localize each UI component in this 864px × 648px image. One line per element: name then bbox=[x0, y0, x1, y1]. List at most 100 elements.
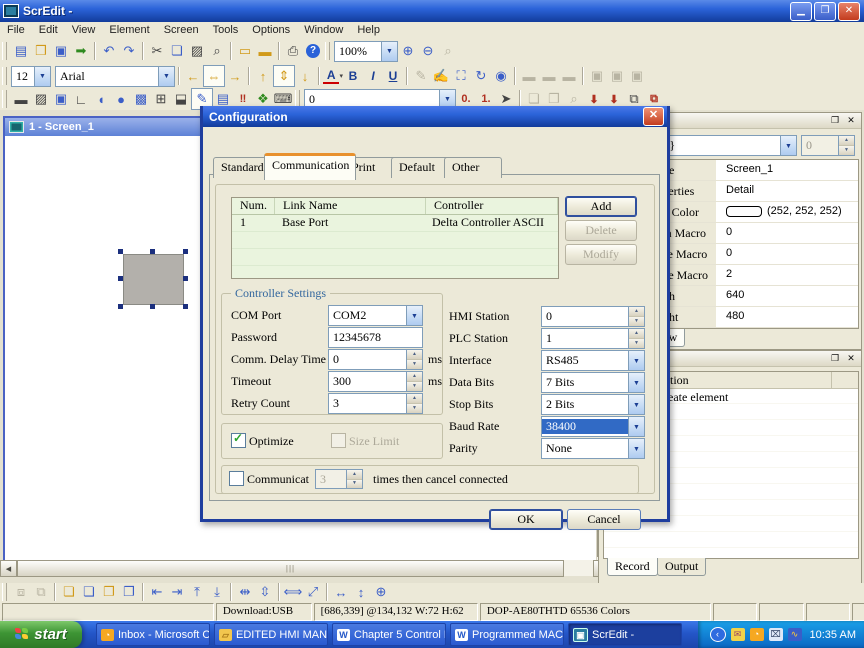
menu-tools[interactable]: Tools bbox=[206, 23, 246, 37]
space-down-icon[interactable]: ⤢ bbox=[303, 582, 323, 602]
menu-edit[interactable]: Edit bbox=[32, 23, 65, 37]
bring-forward-icon[interactable]: ❐ bbox=[99, 582, 119, 602]
selection-handle[interactable] bbox=[118, 276, 123, 281]
center-horizontal-icon[interactable]: ⇹ bbox=[235, 582, 255, 602]
spin-down-icon[interactable]: ▼ bbox=[629, 317, 644, 326]
frame-c-icon[interactable]: ▬ bbox=[559, 66, 579, 86]
dialog-titlebar[interactable]: Configuration ✕ bbox=[203, 106, 667, 127]
send-to-back-icon[interactable]: ❏ bbox=[79, 582, 99, 602]
align-right-edges-icon[interactable]: ⇥ bbox=[167, 582, 187, 602]
comm-delay-spinner[interactable]: 0 ▲▼ bbox=[328, 349, 423, 370]
close-button[interactable]: ✕ bbox=[838, 2, 860, 21]
mail-icon[interactable]: ✉ bbox=[731, 628, 745, 641]
clock-sync-icon[interactable]: ◔ bbox=[750, 628, 764, 641]
spin-down-icon[interactable]: ▼ bbox=[407, 360, 422, 369]
selection-handle[interactable] bbox=[118, 304, 123, 309]
italic-icon[interactable]: I bbox=[363, 66, 383, 86]
messenger-icon[interactable]: ∿ bbox=[788, 628, 802, 641]
minimize-button[interactable]: ▁ bbox=[790, 2, 812, 21]
arc-icon[interactable]: ◖ bbox=[91, 89, 111, 109]
chevron-down-icon[interactable]: ▼ bbox=[628, 395, 644, 414]
zoom-combobox[interactable]: 100% ▼ bbox=[334, 41, 398, 62]
help-icon[interactable]: ? bbox=[303, 41, 323, 61]
menu-options[interactable]: Options bbox=[245, 23, 297, 37]
taskbar-item-inbox[interactable]: ◔ Inbox - Microsoft O... bbox=[96, 623, 210, 646]
size-limit-checkbox[interactable] bbox=[331, 433, 346, 448]
selection-handle[interactable] bbox=[183, 304, 188, 309]
color-swatch[interactable] bbox=[726, 206, 762, 217]
tab-record[interactable]: Record bbox=[607, 558, 658, 576]
group-icon[interactable]: ⧈ bbox=[11, 582, 31, 602]
com-port-combobox[interactable]: COM2 ▼ bbox=[328, 305, 423, 326]
spin-up-icon[interactable]: ▲ bbox=[407, 394, 422, 404]
frame-f-icon[interactable]: ▣ bbox=[627, 66, 647, 86]
delete-button[interactable]: Delete bbox=[565, 220, 637, 241]
tab-other[interactable]: Other bbox=[444, 157, 502, 178]
circle-icon[interactable]: ● bbox=[111, 89, 131, 109]
space-across-icon[interactable]: ⟺ bbox=[283, 582, 303, 602]
selection-handle[interactable] bbox=[150, 304, 155, 309]
taskbar-item-word-2[interactable]: W Programmed MACR... bbox=[450, 623, 564, 646]
taskbar-item-word-1[interactable]: W Chapter 5 Control B... bbox=[332, 623, 446, 646]
redo-icon[interactable]: ↷ bbox=[119, 41, 139, 61]
text-color-icon[interactable]: A▾ bbox=[323, 66, 343, 86]
chevron-down-icon[interactable]: ▼ bbox=[381, 42, 397, 61]
horizontal-scrollbar[interactable]: ◀ ||| ▶ bbox=[0, 560, 610, 576]
find-icon[interactable]: ⌕ bbox=[207, 41, 227, 61]
menu-view[interactable]: View bbox=[65, 23, 103, 37]
spin-up-icon[interactable]: ▲ bbox=[839, 136, 854, 146]
rectangle-icon[interactable]: ▬ bbox=[11, 89, 31, 109]
bold-icon[interactable]: B bbox=[343, 66, 363, 86]
move-center-h-icon[interactable]: ⇔ bbox=[203, 65, 225, 87]
align-left-edges-icon[interactable]: ⇤ bbox=[147, 582, 167, 602]
taskbar-item-folder[interactable]: ▱ EDITED HMI MANUEL bbox=[214, 623, 328, 646]
print-icon[interactable]: ⎙ bbox=[283, 41, 303, 61]
paste-icon[interactable]: ▨ bbox=[187, 41, 207, 61]
copy-icon[interactable]: ❏ bbox=[167, 41, 187, 61]
data-bits-combobox[interactable]: 7 Bits ▼ bbox=[541, 372, 645, 393]
ungroup-icon[interactable]: ⧉ bbox=[31, 582, 51, 602]
element-macro-icon[interactable]: ✍ bbox=[431, 66, 451, 86]
optimize-checkbox[interactable]: ✓ bbox=[231, 433, 246, 448]
hmi-station-spinner[interactable]: 0 ▲▼ bbox=[541, 306, 645, 327]
pattern-icon[interactable]: ▩ bbox=[131, 89, 151, 109]
chevron-down-icon[interactable]: ▼ bbox=[628, 417, 644, 436]
send-backward-icon[interactable]: ❐ bbox=[119, 582, 139, 602]
move-right-icon[interactable]: → bbox=[225, 66, 245, 86]
selection-handle[interactable] bbox=[183, 249, 188, 254]
frame-b-icon[interactable]: ▬ bbox=[539, 66, 559, 86]
center-vertical-icon[interactable]: ⇳ bbox=[255, 582, 275, 602]
font-name-combobox[interactable]: Arial ▼ bbox=[55, 66, 175, 87]
float-panel-icon[interactable]: ❐ bbox=[829, 115, 841, 126]
spin-up-icon[interactable]: ▲ bbox=[407, 350, 422, 360]
align-bottom-edges-icon[interactable]: ⤓ bbox=[207, 582, 227, 602]
chevron-down-icon[interactable]: ▼ bbox=[628, 351, 644, 370]
plc-station-spinner[interactable]: 1 ▲▼ bbox=[541, 328, 645, 349]
screen-manager-icon[interactable]: ▭ bbox=[235, 41, 255, 61]
baud-rate-combobox[interactable]: 38400 ▼ bbox=[541, 416, 645, 437]
spin-up-icon[interactable]: ▲ bbox=[629, 307, 644, 317]
spin-down-icon[interactable]: ▼ bbox=[629, 339, 644, 348]
align-top-edges-icon[interactable]: ⤒ bbox=[187, 582, 207, 602]
move-down-icon[interactable]: ↓ bbox=[295, 66, 315, 86]
save-as-icon[interactable]: ➡ bbox=[71, 41, 91, 61]
menu-file[interactable]: File bbox=[0, 23, 32, 37]
comm-cancel-spinner[interactable]: 3 ▲▼ bbox=[315, 469, 363, 489]
same-height-icon[interactable]: ↕ bbox=[351, 582, 371, 602]
add-button[interactable]: Add bbox=[565, 196, 637, 217]
frame-icon[interactable]: ▣ bbox=[51, 89, 71, 109]
frame-e-icon[interactable]: ▣ bbox=[607, 66, 627, 86]
same-size-icon[interactable]: ⊕ bbox=[371, 582, 391, 602]
bring-to-front-icon[interactable]: ❏ bbox=[59, 582, 79, 602]
chevron-down-icon[interactable]: ▼ bbox=[34, 67, 50, 86]
cancel-button[interactable]: Cancel bbox=[567, 509, 641, 530]
chevron-down-icon[interactable]: ▼ bbox=[158, 67, 174, 86]
eyedropper-icon[interactable]: ✎ bbox=[411, 66, 431, 86]
timeout-spinner[interactable]: 300 ▲▼ bbox=[328, 371, 423, 392]
chevron-down-icon[interactable]: ▼ bbox=[628, 439, 644, 458]
spin-down-icon[interactable]: ▼ bbox=[347, 480, 362, 489]
move-up-icon[interactable]: ↑ bbox=[253, 66, 273, 86]
spin-up-icon[interactable]: ▲ bbox=[629, 329, 644, 339]
menu-help[interactable]: Help bbox=[350, 23, 387, 37]
menu-window[interactable]: Window bbox=[297, 23, 350, 37]
